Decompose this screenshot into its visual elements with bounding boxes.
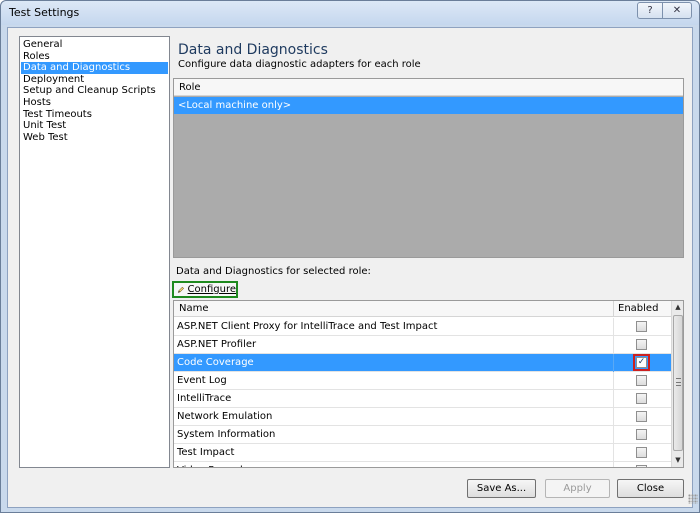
save-as-label: Save As... (476, 483, 527, 494)
window-title: Test Settings (9, 6, 80, 19)
enabled-checkbox[interactable] (636, 411, 647, 422)
close-button[interactable]: Close (617, 479, 684, 498)
scroll-up-icon[interactable]: ▲ (672, 301, 683, 313)
enabled-checkbox[interactable]: ✓ (633, 354, 650, 371)
scrollbar-thumb[interactable] (673, 315, 683, 451)
enabled-checkbox[interactable] (636, 393, 647, 404)
adapter-name: Video Recorder (177, 465, 253, 467)
nav-item-unit-test[interactable]: Unit Test (21, 120, 168, 132)
scroll-down-icon[interactable]: ▼ (672, 454, 683, 466)
close-icon: ✕ (672, 5, 682, 16)
pencil-icon (177, 286, 184, 293)
adapter-row[interactable]: System Information (174, 426, 671, 444)
adapter-row[interactable]: Event Log (174, 372, 671, 390)
close-label: Close (636, 483, 665, 494)
apply-label: Apply (563, 483, 592, 494)
cell-divider (613, 408, 614, 426)
nav-item-roles[interactable]: Roles (21, 51, 168, 63)
adapter-name: System Information (177, 429, 276, 440)
adapter-name: Test Impact (177, 447, 235, 458)
vertical-scrollbar[interactable]: ▲ ▼ (671, 301, 683, 467)
nav-item-setup-and-cleanup-scripts[interactable]: Setup and Cleanup Scripts (21, 85, 168, 97)
enabled-checkbox[interactable] (636, 339, 647, 350)
column-divider[interactable] (613, 301, 614, 317)
adapter-row[interactable]: ASP.NET Profiler (174, 336, 671, 354)
adapter-row[interactable]: Code Coverage ✓ (174, 354, 671, 372)
nav-item-test-timeouts[interactable]: Test Timeouts (21, 109, 168, 121)
adapter-name: Network Emulation (177, 411, 273, 422)
configure-label: Configure (187, 284, 236, 295)
enabled-checkbox[interactable] (636, 465, 647, 467)
adapter-name: ASP.NET Client Proxy for IntelliTrace an… (177, 321, 438, 332)
configure-button[interactable]: Configure (172, 281, 238, 298)
enabled-checkbox[interactable] (636, 429, 647, 440)
grid-header: Name Enabled (174, 301, 671, 317)
test-settings-window: Test Settings ? ✕ General Roles Data and D… (0, 0, 700, 513)
dialog-client-area: General Roles Data and Diagnostics Deployme… (7, 27, 698, 508)
resize-grip-icon[interactable] (688, 494, 698, 504)
column-header-name[interactable]: Name (179, 303, 209, 314)
enabled-checkbox[interactable] (636, 447, 647, 458)
adapter-name: Event Log (177, 375, 227, 386)
adapter-row[interactable]: IntelliTrace (174, 390, 671, 408)
page-subtitle: Configure data diagnostic adapters for e… (178, 59, 421, 70)
adapter-row[interactable]: Test Impact (174, 444, 671, 462)
cell-divider (613, 426, 614, 444)
adapter-row[interactable]: Network Emulation (174, 408, 671, 426)
nav-item-web-test[interactable]: Web Test (21, 132, 168, 144)
cell-divider (613, 336, 614, 354)
help-button[interactable]: ? (637, 2, 663, 19)
adapter-name: ASP.NET Profiler (177, 339, 257, 350)
nav-item-general[interactable]: General (21, 39, 168, 51)
nav-item-data-and-diagnostics[interactable]: Data and Diagnostics (21, 62, 168, 75)
role-column-header[interactable]: Role (174, 79, 683, 96)
nav-item-hosts[interactable]: Hosts (21, 97, 168, 109)
cell-divider (613, 318, 614, 336)
role-list[interactable]: Role <Local machine only> (173, 78, 684, 258)
cell-divider (613, 354, 614, 372)
adapter-grid[interactable]: Name Enabled ASP.NET Client Proxy for In… (173, 300, 684, 468)
adapter-name: Code Coverage (177, 357, 254, 368)
cell-divider (613, 444, 614, 462)
cell-divider (613, 372, 614, 390)
cell-divider (613, 390, 614, 408)
title-bar[interactable]: Test Settings ? ✕ (1, 1, 699, 25)
adapters-section-label: Data and Diagnostics for selected role: (176, 266, 371, 277)
page-title: Data and Diagnostics (178, 42, 328, 58)
settings-nav-list[interactable]: General Roles Data and Diagnostics Deployme… (19, 36, 170, 468)
nav-item-deployment[interactable]: Deployment (21, 74, 168, 86)
cell-divider (613, 462, 614, 467)
adapter-row[interactable]: Video Recorder (174, 462, 671, 467)
adapter-name: IntelliTrace (177, 393, 232, 404)
help-icon: ? (647, 5, 653, 16)
grip-icon (676, 378, 681, 386)
role-row-local-machine[interactable]: <Local machine only> (174, 97, 683, 114)
apply-button[interactable]: Apply (545, 479, 610, 498)
enabled-checkbox[interactable] (636, 375, 647, 386)
column-header-enabled[interactable]: Enabled (618, 303, 658, 314)
adapter-row[interactable]: ASP.NET Client Proxy for IntelliTrace an… (174, 318, 671, 336)
enabled-checkbox[interactable] (636, 321, 647, 332)
window-close-button[interactable]: ✕ (662, 2, 692, 19)
save-as-button[interactable]: Save As... (467, 479, 536, 498)
